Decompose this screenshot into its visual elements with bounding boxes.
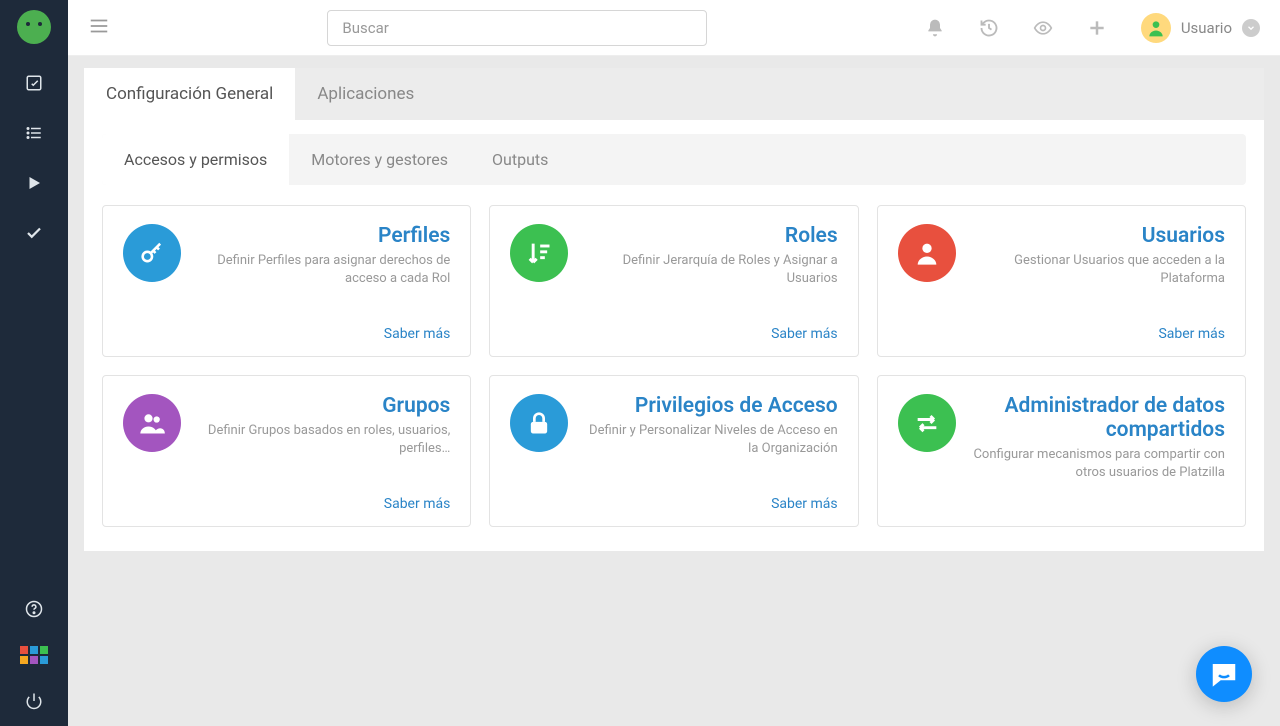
card-sort-down[interactable]: Roles Definir Jerarquía de Roles y Asigna… [489, 205, 858, 357]
sidebar-item-play[interactable] [0, 158, 68, 208]
card-more-link[interactable]: Saber más [510, 480, 837, 512]
card-description: Definir Perfiles para asignar derechos d… [197, 252, 450, 288]
primary-tab-0[interactable]: Configuración General [84, 68, 295, 120]
sidebar [0, 0, 68, 726]
secondary-tab-0[interactable]: Accesos y permisos [102, 134, 289, 185]
sidebar-item-power[interactable] [0, 676, 68, 726]
plus-icon [1087, 18, 1107, 38]
secondary-tabs: Accesos y permisosMotores y gestoresOutp… [102, 134, 1246, 185]
card-description: Configurar mecanismos para compartir con… [972, 446, 1225, 482]
card-exchange[interactable]: Administrador de datos compartidos Config… [877, 375, 1246, 527]
visibility-button[interactable] [1033, 18, 1053, 38]
menu-toggle-button[interactable] [88, 15, 110, 41]
key-icon [123, 224, 181, 282]
primary-tab-1[interactable]: Aplicaciones [295, 68, 436, 120]
card-title: Usuarios [972, 224, 1225, 248]
sidebar-item-help[interactable] [0, 584, 68, 634]
lock-icon [510, 394, 568, 452]
apps-grid-icon [20, 646, 48, 664]
chevron-down-icon [1246, 23, 1256, 33]
card-more-link[interactable]: Saber más [510, 310, 837, 342]
card-description: Definir y Personalizar Niveles de Acceso… [584, 422, 837, 458]
card-more-link[interactable]: Saber más [898, 310, 1225, 342]
app-logo[interactable] [17, 0, 51, 58]
card-users[interactable]: Grupos Definir Grupos basados en roles, u… [102, 375, 471, 527]
secondary-tab-2[interactable]: Outputs [470, 134, 570, 185]
card-grid: Perfiles Definir Perfiles para asignar de… [102, 205, 1246, 527]
secondary-tab-1[interactable]: Motores y gestores [289, 134, 470, 185]
card-title: Privilegios de Acceso [584, 394, 837, 418]
list-icon [25, 124, 43, 142]
pencil-square-icon [25, 74, 43, 92]
history-button[interactable] [979, 18, 999, 38]
eye-icon [1033, 18, 1053, 38]
panel-body: Accesos y permisosMotores y gestoresOutp… [84, 120, 1264, 551]
user-name: Usuario [1181, 19, 1232, 37]
sidebar-item-check[interactable] [0, 208, 68, 258]
main-area: Usuario Configuración GeneralAplicacione… [68, 0, 1280, 726]
card-more-link[interactable]: Saber más [123, 480, 450, 512]
card-user[interactable]: Usuarios Gestionar Usuarios que acceden a… [877, 205, 1246, 357]
history-icon [979, 18, 999, 38]
avatar [1141, 13, 1171, 43]
card-more-link[interactable]: Saber más [123, 310, 450, 342]
hamburger-icon [88, 15, 110, 37]
sidebar-item-list[interactable] [0, 108, 68, 158]
chat-icon [1209, 659, 1239, 689]
question-circle-icon [25, 600, 43, 618]
sidebar-item-edit[interactable] [0, 58, 68, 108]
card-title: Grupos [197, 394, 450, 418]
settings-panel: Configuración GeneralAplicaciones Acceso… [84, 68, 1264, 551]
card-description: Definir Jerarquía de Roles y Asignar a U… [584, 252, 837, 288]
primary-tabs: Configuración GeneralAplicaciones [84, 68, 1264, 120]
search-input[interactable] [327, 10, 707, 46]
check-icon [25, 224, 43, 242]
card-title: Roles [584, 224, 837, 248]
bell-icon [925, 18, 945, 38]
exchange-icon [898, 394, 956, 452]
card-title: Perfiles [197, 224, 450, 248]
notifications-button[interactable] [925, 18, 945, 38]
user-icon [898, 224, 956, 282]
card-key[interactable]: Perfiles Definir Perfiles para asignar de… [102, 205, 471, 357]
search-box [327, 10, 707, 46]
chat-fab[interactable] [1196, 646, 1252, 702]
user-menu[interactable]: Usuario [1141, 13, 1260, 43]
sort-down-icon [510, 224, 568, 282]
add-button[interactable] [1087, 18, 1107, 38]
card-description: Gestionar Usuarios que acceden a la Plat… [972, 252, 1225, 288]
topbar-actions: Usuario [925, 13, 1260, 43]
avatar-icon [1146, 18, 1166, 38]
topbar: Usuario [68, 0, 1280, 56]
card-title: Administrador de datos compartidos [972, 394, 1225, 442]
card-lock[interactable]: Privilegios de Acceso Definir y Personali… [489, 375, 858, 527]
user-menu-chevron [1242, 19, 1260, 37]
card-description: Definir Grupos basados en roles, usuario… [197, 422, 450, 458]
sidebar-item-apps[interactable] [0, 634, 68, 676]
users-icon [123, 394, 181, 452]
power-icon [25, 692, 43, 710]
play-icon [25, 174, 43, 192]
